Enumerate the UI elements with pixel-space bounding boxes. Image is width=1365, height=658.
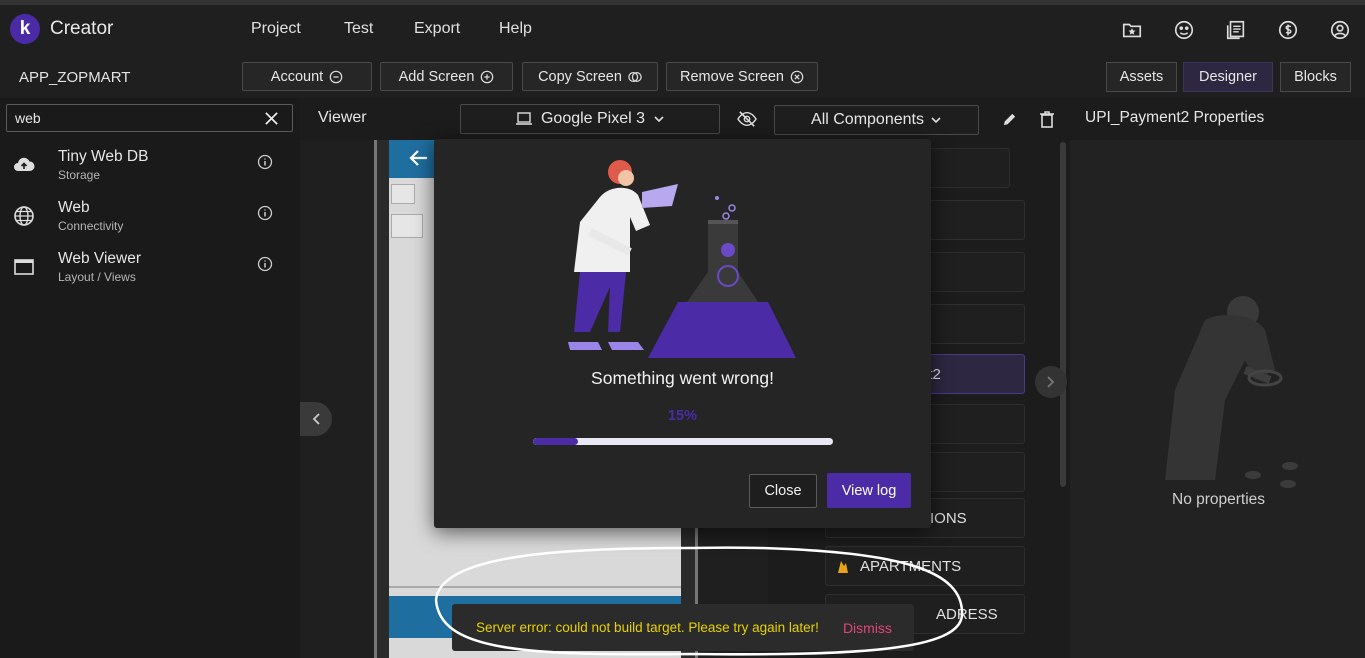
chevron-right-icon — [1047, 376, 1055, 388]
hide-components-icon[interactable] — [736, 110, 758, 128]
menu-project[interactable]: Project — [251, 20, 301, 38]
plus-circle-icon — [481, 70, 494, 83]
view-log-button[interactable]: View log — [827, 473, 911, 508]
palette-item-name: Tiny Web DB — [58, 148, 149, 165]
info-icon[interactable] — [257, 154, 273, 170]
app-name: Creator — [50, 18, 114, 39]
blocks-button[interactable]: Blocks — [1280, 62, 1351, 92]
clear-search-icon[interactable] — [264, 111, 279, 126]
chevron-down-icon — [654, 116, 664, 123]
tree-node-label: APARTMENTS — [860, 557, 962, 575]
menu-export[interactable]: Export — [414, 20, 460, 38]
info-icon[interactable] — [257, 205, 273, 221]
scientist-illustration — [568, 160, 796, 358]
palette-item-name: Web — [58, 199, 90, 216]
account-label: Account — [270, 68, 324, 85]
divider — [389, 586, 681, 588]
dollar-icon[interactable] — [1277, 19, 1299, 41]
globe-icon — [14, 206, 34, 226]
palette-item-name: Web Viewer — [58, 250, 141, 267]
chevron-down-icon — [931, 117, 941, 124]
palette-item-web[interactable]: Web Connectivity — [0, 195, 298, 245]
add-screen-button[interactable]: Add Screen — [380, 62, 513, 91]
device-name: Google Pixel 3 — [540, 110, 646, 127]
error-snackbar: Server error: could not build target. Pl… — [452, 604, 914, 651]
browser-window-icon — [14, 259, 34, 275]
palette-item-category: Storage — [58, 168, 101, 182]
info-icon[interactable] — [257, 256, 273, 272]
error-message: Something went wrong! — [591, 368, 774, 388]
palette-item-category: Layout / Views — [58, 270, 136, 284]
cloud-upload-icon — [14, 157, 35, 171]
close-button[interactable]: Close — [749, 474, 817, 508]
placeholder-box — [391, 184, 415, 204]
palette-item-category: Connectivity — [58, 219, 124, 233]
no-properties-illustration — [1165, 296, 1298, 488]
pencil-icon[interactable] — [1001, 111, 1018, 128]
project-name[interactable]: APP_ZOPMART — [19, 69, 130, 86]
chevron-left-icon — [312, 413, 320, 425]
gallery-icon[interactable] — [1173, 19, 1195, 41]
back-arrow-icon[interactable] — [407, 146, 431, 170]
snackbar-message: Server error: could not build target. Pl… — [476, 620, 819, 635]
menu-test[interactable]: Test — [344, 20, 373, 38]
component-filter-select[interactable]: All Components — [774, 105, 979, 135]
component-filter-label: All Components — [811, 111, 924, 128]
docs-icon[interactable] — [1225, 19, 1247, 41]
expand-tree-button[interactable] — [1035, 366, 1067, 398]
dismiss-button[interactable]: Dismiss — [843, 620, 892, 636]
palette-item-tiny-web-db[interactable]: Tiny Web DB Storage — [0, 144, 298, 194]
firebase-icon — [838, 561, 848, 573]
progress-bar — [533, 438, 833, 445]
copy-screen-label: Copy Screen — [538, 68, 622, 85]
device-icon — [515, 112, 532, 125]
palette-search-input[interactable] — [6, 104, 293, 132]
app-logo[interactable]: k — [10, 14, 40, 44]
tree-scrollbar[interactable] — [1060, 142, 1066, 487]
account-icon[interactable] — [1329, 19, 1351, 41]
assets-button[interactable]: Assets — [1106, 62, 1177, 92]
trash-icon[interactable] — [1039, 110, 1055, 128]
viewer-title: Viewer — [318, 109, 367, 126]
progress-percent: 15% — [667, 408, 698, 424]
designer-button[interactable]: Designer — [1183, 62, 1273, 92]
menu-help[interactable]: Help — [499, 20, 532, 38]
palette-item-web-viewer[interactable]: Web Viewer Layout / Views — [0, 246, 298, 296]
device-select[interactable]: Google Pixel 3 — [460, 104, 720, 134]
copy-screen-button[interactable]: Copy Screen — [522, 62, 658, 91]
top-bar — [0, 0, 1365, 56]
folder-star-icon[interactable] — [1121, 19, 1143, 41]
remove-screen-button[interactable]: Remove Screen — [666, 62, 818, 91]
minus-circle-icon — [329, 70, 343, 83]
close-circle-icon — [790, 70, 804, 83]
remove-screen-label: Remove Screen — [680, 68, 784, 85]
copy-icon — [628, 71, 642, 82]
no-properties-text: No properties — [1172, 491, 1266, 508]
tree-node-label: IONS — [930, 509, 967, 527]
account-button[interactable]: Account — [242, 62, 372, 91]
tree-node-label: ADRESS — [936, 605, 998, 623]
tree-node-apartments[interactable]: APARTMENTS — [825, 546, 1025, 586]
progress-bar-fill — [533, 438, 578, 445]
placeholder-box — [391, 214, 423, 238]
add-screen-label: Add Screen — [398, 68, 475, 85]
properties-title: UPI_Payment2 Properties — [1085, 109, 1265, 126]
